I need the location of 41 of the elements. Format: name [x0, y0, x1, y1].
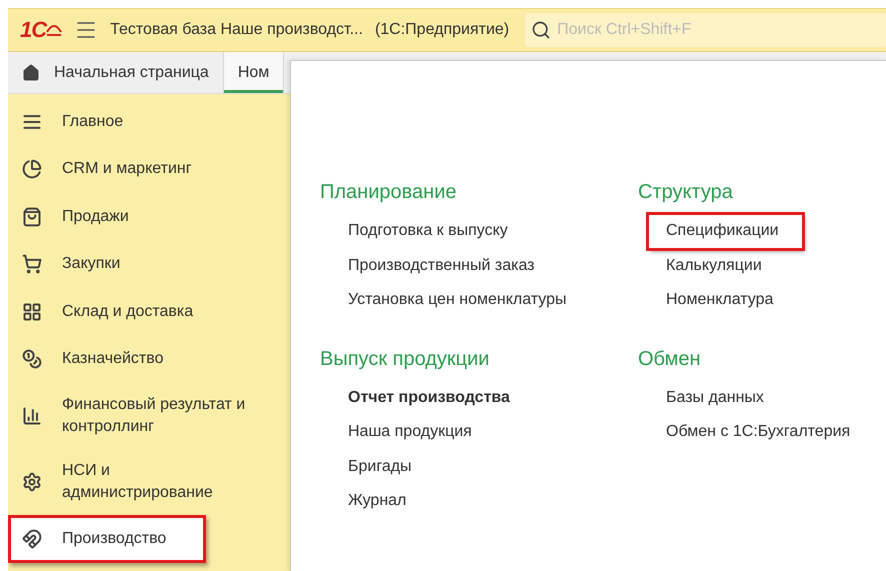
menu-link[interactable]: Обмен с 1С:Бухгалтерия [666, 415, 878, 450]
menu-link[interactable]: Базы данных [666, 380, 792, 415]
bar-chart-icon [22, 406, 42, 426]
cart-icon [22, 254, 42, 274]
section-title: Обмен [638, 348, 700, 370]
home-icon [22, 64, 40, 82]
sidebar-item[interactable]: Финансовый результат и контроллинг [8, 383, 290, 449]
menu-link[interactable]: Журнал [348, 484, 434, 518]
menu-link[interactable]: Калькуляции [666, 248, 790, 283]
sidebar-item[interactable]: Закупки [8, 240, 290, 288]
grid-icon [22, 302, 42, 322]
sidebar-item[interactable]: Склад и доставка [8, 288, 290, 336]
menu-link[interactable]: Подготовка к выпуску [348, 214, 536, 248]
pie-chart-icon [22, 159, 42, 180]
menu-link[interactable]: Бригады [348, 450, 440, 484]
window-title: Тестовая база Наше производст... [110, 21, 363, 39]
app-name: (1С:Предприятие) [374, 21, 510, 39]
sidebar-item[interactable]: Казначейство [8, 336, 290, 383]
sidebar-item[interactable]: CRM и маркетинг [8, 146, 290, 193]
search-icon [531, 20, 552, 40]
search-field[interactable]: Поиск Ctrl+Shift+F [525, 13, 886, 47]
settings-icon [22, 472, 42, 492]
logo: 1С [20, 17, 62, 43]
bag-icon [22, 206, 42, 227]
menu-link[interactable]: Номенклатура [666, 283, 802, 318]
menu-link[interactable]: Наша продукция [348, 415, 500, 450]
sidebar-item[interactable]: Производство [8, 515, 206, 562]
tab[interactable]: Начальная страница [8, 52, 224, 93]
section-title: Выпуск продукции [320, 348, 490, 370]
section-title: Структура [638, 181, 733, 204]
menu-link[interactable]: Установка цен номенклатуры [348, 283, 594, 318]
section-title: Планирование [320, 181, 456, 204]
coins-icon [22, 349, 42, 370]
sidebar-item[interactable]: Продажи [8, 193, 290, 240]
magnet-icon [22, 528, 42, 549]
menu-link[interactable]: Отчет производства [348, 380, 538, 415]
sidebar-item[interactable]: НСИ и администрирование [8, 449, 290, 515]
sidebar-item[interactable]: Главное [8, 98, 290, 146]
menu-link[interactable]: Спецификации [648, 214, 803, 248]
tab[interactable]: Ном [224, 52, 284, 93]
menu-link[interactable]: Производственный заказ [348, 248, 563, 283]
